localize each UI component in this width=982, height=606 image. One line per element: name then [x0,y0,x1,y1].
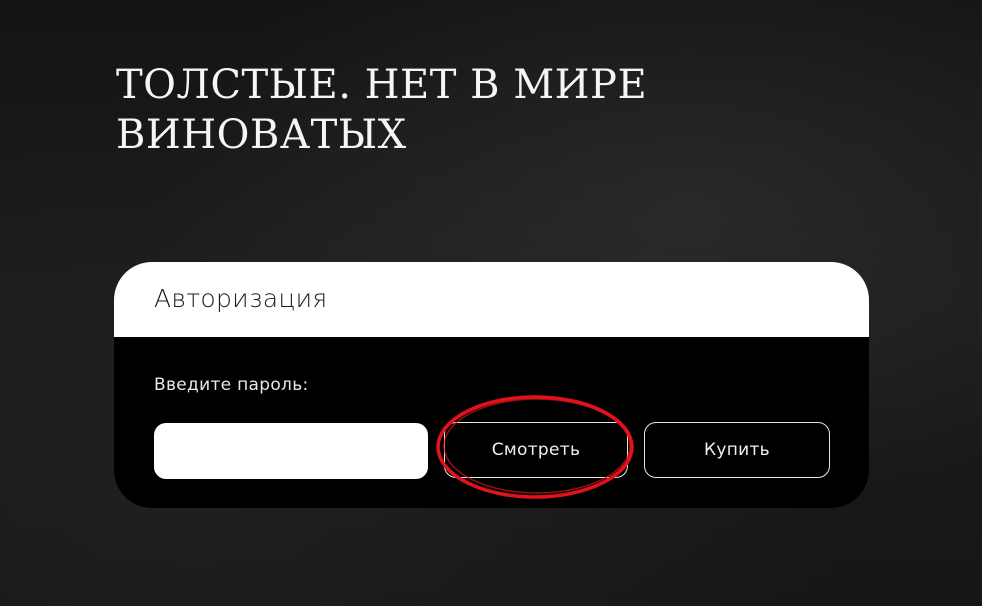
page-title: ТОЛСТЫЕ. НЕТ В МИРЕ ВИНОВАТЫХ [116,62,648,158]
auth-card-header: Авторизация [114,262,869,337]
watch-button[interactable]: Смотреть [444,422,628,478]
auth-card-title: Авторизация [154,284,328,313]
password-input[interactable] [154,423,428,479]
buy-button[interactable]: Купить [644,422,830,478]
password-label: Введите пароль: [154,375,309,395]
auth-card: Авторизация Введите пароль: Смотреть Куп… [114,262,869,508]
